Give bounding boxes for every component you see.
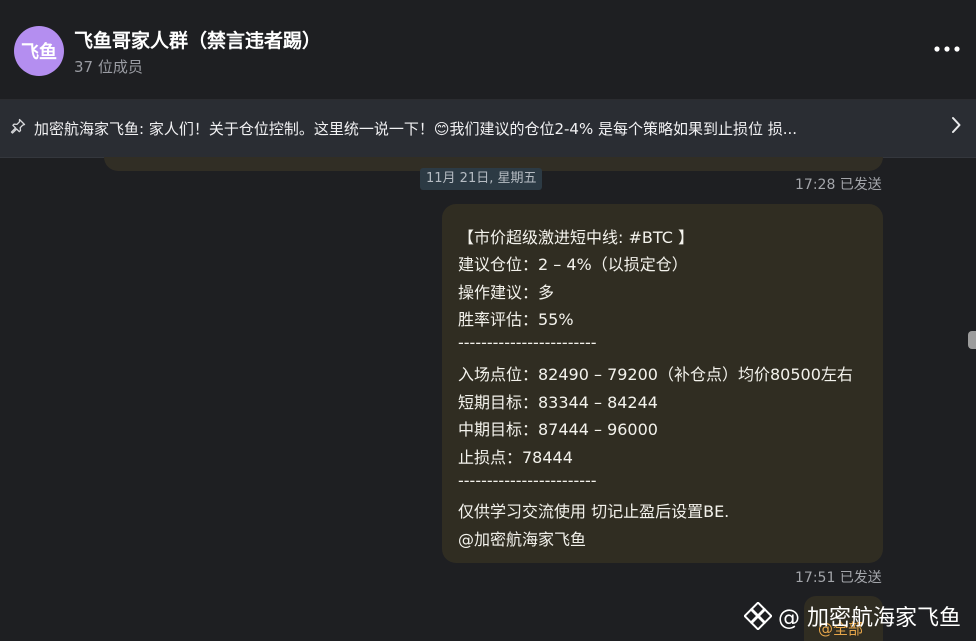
- message-divider-line: ------------------------: [458, 333, 597, 352]
- message-line: 入场点位：82490 – 79200（补仓点）均价80500左右: [458, 365, 853, 384]
- binance-logo-icon: [744, 602, 772, 630]
- chevron-right-icon[interactable]: [950, 116, 962, 139]
- scrollbar-handle[interactable]: [968, 331, 976, 349]
- watermark: @ 加密航海家飞鱼: [744, 600, 961, 632]
- message-line: 胜率评估：55%: [458, 310, 574, 329]
- message-line: 建议仓位：2 – 4%（以损定仓）: [458, 255, 688, 274]
- message-time-status: 17:51 已发送: [795, 570, 882, 586]
- chat-header: 飞鱼 飞鱼哥家人群（禁言违者踢） 37 位成员: [0, 0, 976, 100]
- message-mention-line[interactable]: @加密航海家飞鱼: [458, 526, 586, 550]
- member-count[interactable]: 37 位成员: [74, 56, 143, 77]
- message-line: 仅供学习交流使用 切记止盈后设置BE.: [458, 502, 730, 521]
- group-avatar[interactable]: 飞鱼: [14, 26, 64, 76]
- message-line: 中期目标：87444 – 96000: [458, 420, 658, 439]
- message-divider-line: ------------------------: [458, 471, 597, 490]
- pinned-message-text[interactable]: 加密航海家飞鱼: 家人们！关于仓位控制。这里统一说一下！😊我们建议的仓位2-4%…: [34, 118, 929, 140]
- date-separator: 11月 21日, 星期五: [420, 168, 543, 190]
- pin-icon: [10, 118, 28, 136]
- message-line: 止损点：78444: [458, 448, 573, 467]
- message-line: 短期目标：83344 – 84244: [458, 393, 658, 412]
- message-line: 【市价超级激进短中线: #BTC 】: [458, 228, 694, 247]
- pinned-message-bar[interactable]: 加密航海家飞鱼: 家人们！关于仓位控制。这里统一说一下！😊我们建议的仓位2-4%…: [0, 100, 976, 158]
- message-line: 操作建议：多: [458, 283, 555, 302]
- group-title[interactable]: 飞鱼哥家人群（禁言违者踢）: [74, 26, 321, 53]
- watermark-text: @ 加密航海家飞鱼: [778, 606, 961, 631]
- more-dots-icon: [934, 46, 960, 52]
- more-options-button[interactable]: [932, 36, 962, 62]
- message-time-status: 17:28 已发送: [795, 177, 882, 193]
